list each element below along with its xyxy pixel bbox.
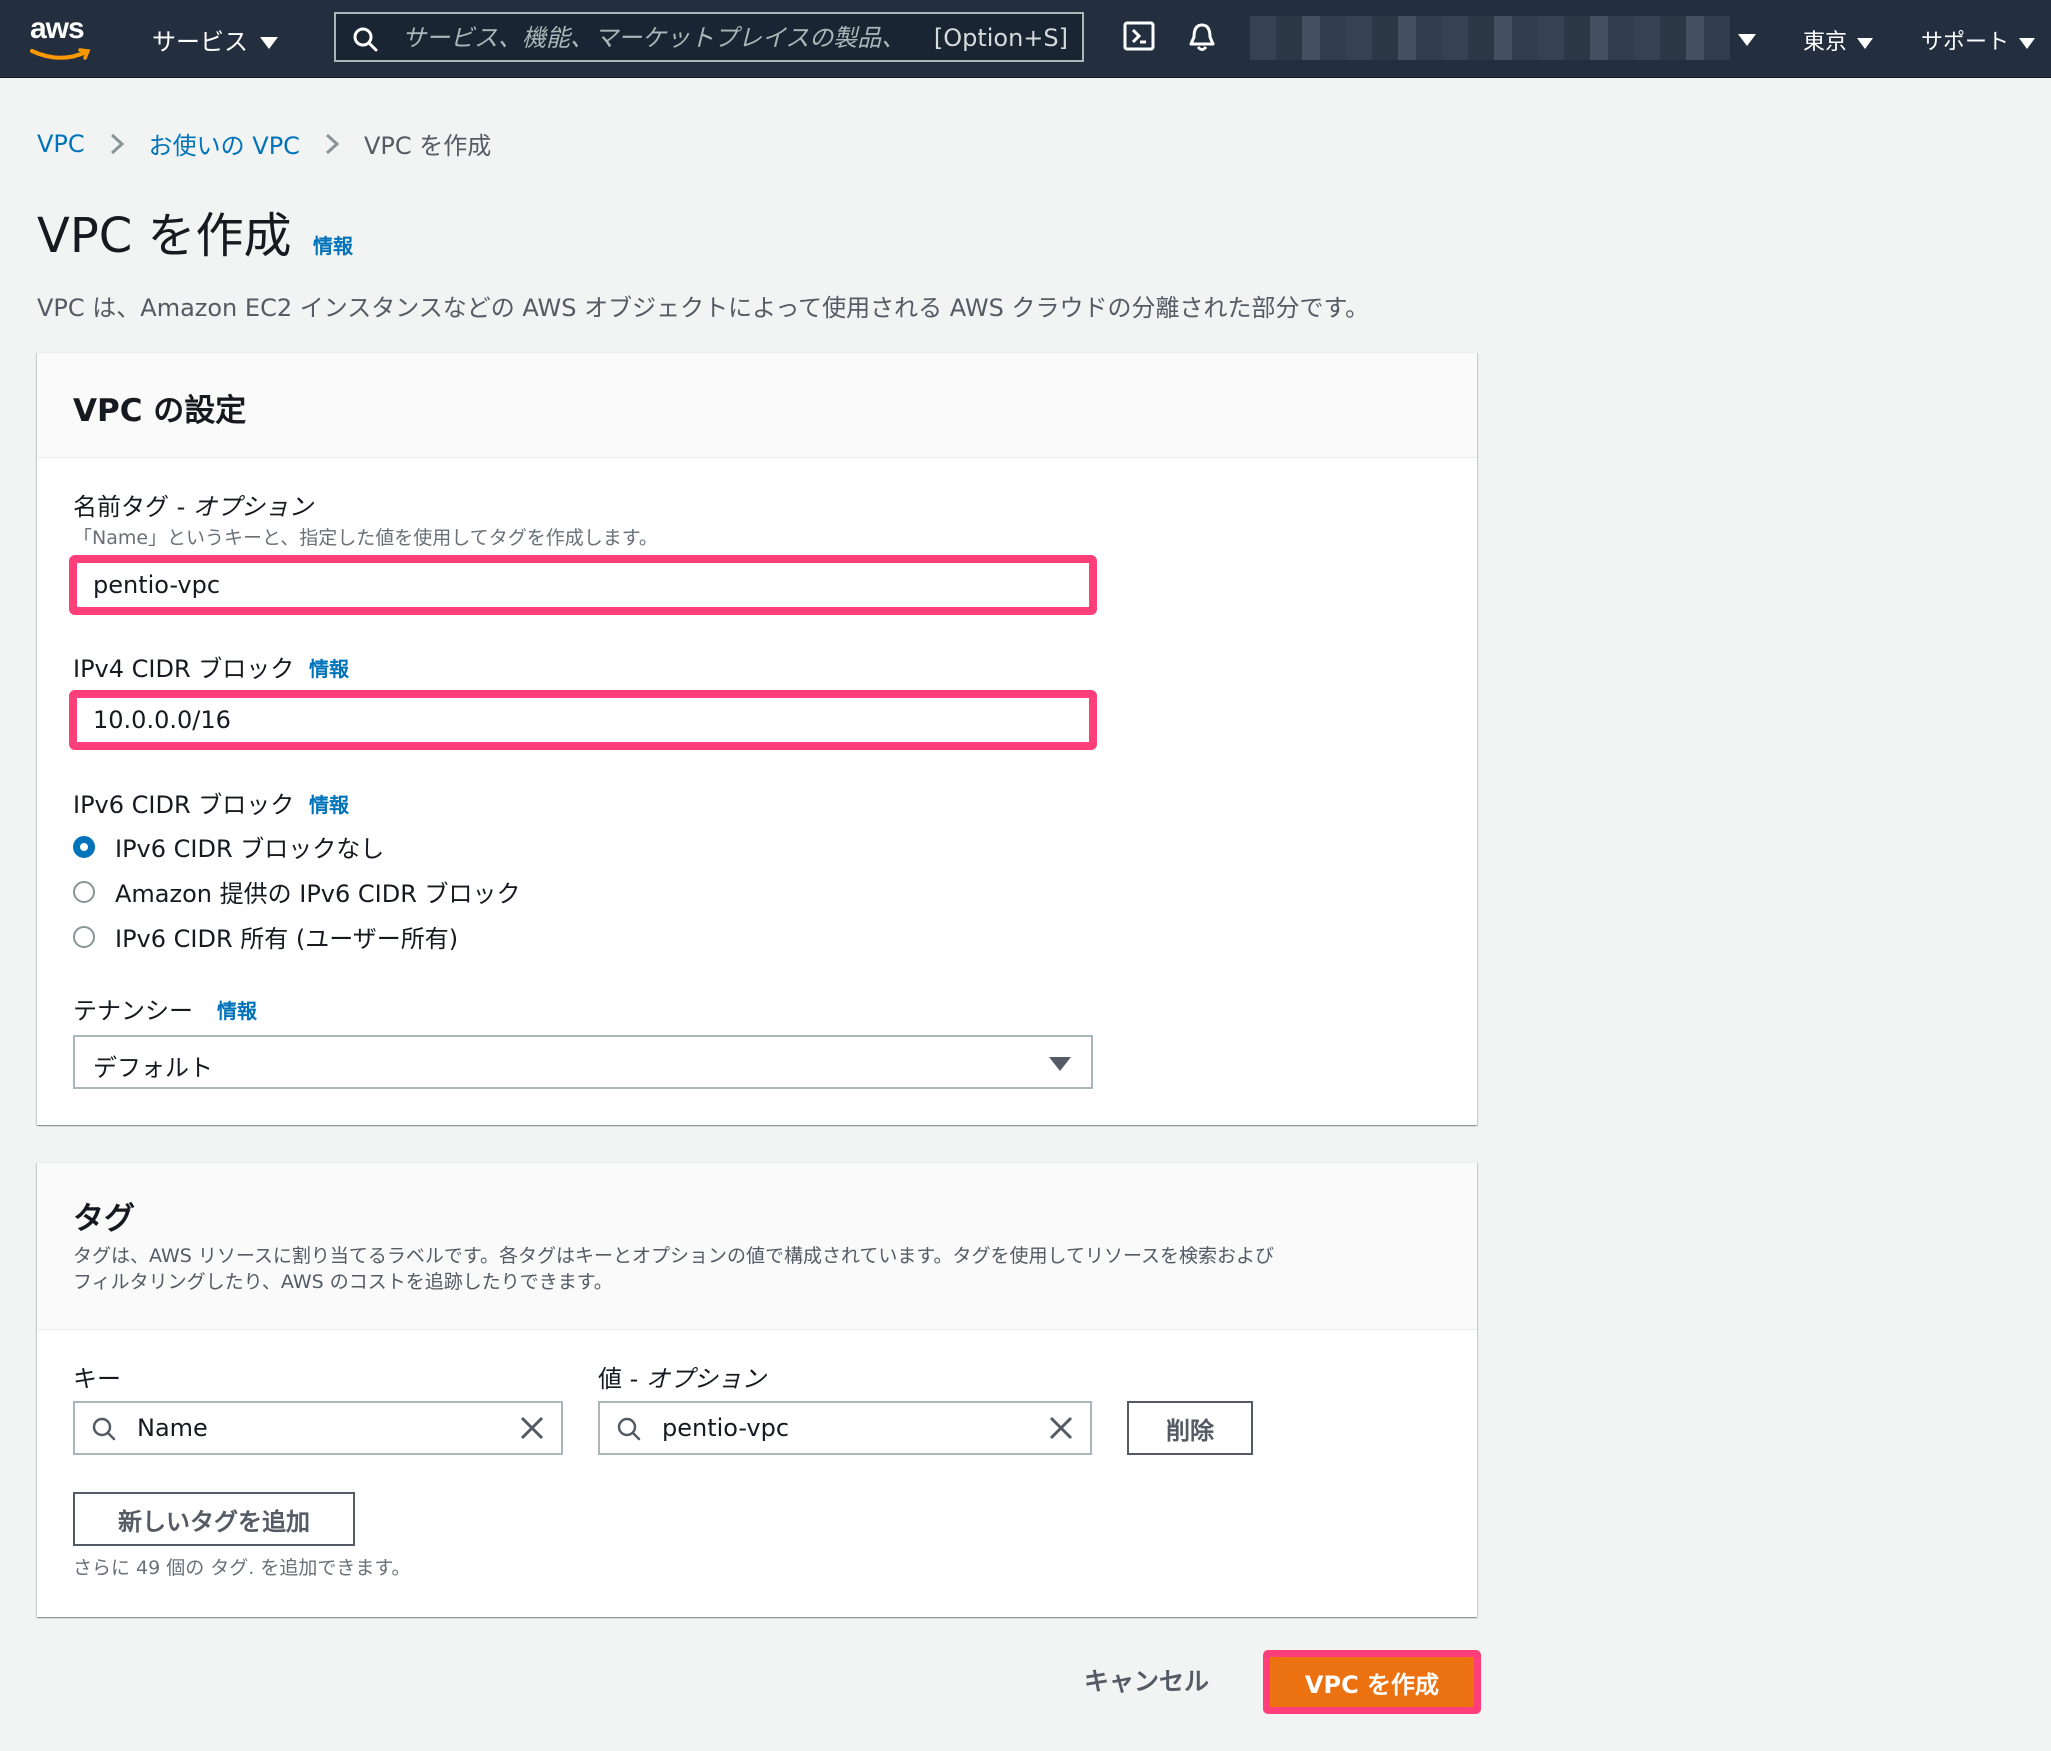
breadcrumb-vpc[interactable]: VPC [37,130,85,158]
tags-panel: タグ タグは、AWS リソースに割り当てるラベルです。各タグはキーとオプションの… [37,1162,1477,1617]
ipv6-option-none-label: IPv6 CIDR ブロックなし [115,835,385,863]
tag-value-label: 値 - オプション [598,1359,766,1394]
vpc-settings-header: VPC の設定 [37,353,1477,458]
cancel-button[interactable]: キャンセル [1084,1662,1209,1698]
tag-value-input[interactable]: pentio-vpc [598,1401,1092,1455]
breadcrumb-your-vpcs[interactable]: お使いの VPC [149,126,300,161]
account-caret-icon[interactable] [1738,34,1756,46]
name-tag-input[interactable] [73,559,1093,611]
account-menu-blurred[interactable] [1250,16,1730,60]
chevron-right-icon [110,133,124,154]
support-menu[interactable]: サポート [1921,24,2036,56]
caret-down-icon [1857,37,1874,49]
name-tag-description: 「Name」というキーと、指定した値を使用してタグを作成します。 [73,527,658,549]
tag-value-value: pentio-vpc [662,1414,790,1442]
cloudshell-icon[interactable] [1123,20,1155,52]
name-tag-label-text: 名前タグ - [73,493,193,521]
ipv6-option-byoip[interactable]: IPv6 CIDR 所有 (ユーザー所有) [73,919,458,954]
page-title: VPC を作成 [37,208,292,264]
vpc-settings-panel: VPC の設定 名前タグ - オプション 「Name」というキーと、指定した値を… [37,352,1477,1125]
name-tag-optional-text: オプション [192,493,313,521]
aws-logo[interactable]: aws [30,12,94,64]
tenancy-selected-value: デフォルト [93,1054,213,1082]
services-menu[interactable]: サービス [152,22,278,57]
tenancy-select[interactable]: デフォルト [73,1035,1093,1089]
page-description: VPC は、Amazon EC2 インスタンスなどの AWS オブジェクトによっ… [37,294,1370,322]
ipv6-option-byoip-label: IPv6 CIDR 所有 (ユーザー所有) [115,925,459,953]
radio-unselected-icon[interactable] [73,880,95,903]
tag-value-optional-text: オプション [645,1365,766,1393]
tag-key-input[interactable]: Name [73,1401,563,1455]
ipv4-cidr-label: IPv4 CIDR ブロック [73,655,295,683]
tag-value-label-text: 値 - [598,1365,646,1393]
create-vpc-highlight: VPC を作成 [1263,1650,1481,1714]
search-input[interactable] [400,20,924,56]
global-search[interactable]: [Option+S] [334,12,1084,62]
breadcrumb-current: VPC を作成 [363,132,492,160]
search-shortcut: [Option+S] [933,24,1068,52]
add-tag-button[interactable]: 新しいタグを追加 [73,1492,355,1546]
support-label: サポート [1921,30,2010,55]
radio-unselected-icon[interactable] [73,925,95,948]
ipv6-option-none[interactable]: IPv6 CIDR ブロックなし [73,829,384,864]
clear-icon[interactable] [519,1415,545,1441]
ipv4-info-link[interactable]: 情報 [309,653,349,682]
aws-logo-text: aws [30,12,85,45]
create-vpc-button[interactable]: VPC を作成 [1270,1657,1474,1707]
remove-tag-button[interactable]: 削除 [1127,1401,1253,1455]
services-label: サービス [152,28,248,56]
radio-selected-icon[interactable] [73,835,95,858]
bell-icon[interactable] [1187,22,1217,54]
tag-key-label: キー [73,1365,121,1393]
page-info-link[interactable]: 情報 [313,230,353,259]
caret-down-icon [1049,1057,1071,1071]
chevron-right-icon [325,133,340,154]
tags-description-line2: フィルタリングしたり、AWS のコストを追跡したりできます。 [73,1271,613,1293]
ipv6-info-link[interactable]: 情報 [309,789,349,818]
search-icon [353,27,378,52]
tags-description-line1: タグは、AWS リソースに割り当てるラベルです。各タグはキーとオプションの値で構… [73,1245,1275,1267]
region-label: 東京 [1803,30,1848,55]
breadcrumb: VPC お使いの VPC VPC を作成 [37,126,491,161]
search-icon [617,1417,641,1441]
ipv4-cidr-input[interactable] [73,694,1093,746]
name-tag-label: 名前タグ - オプション [73,487,313,522]
tenancy-info-link[interactable]: 情報 [217,995,257,1024]
caret-down-icon [260,37,278,49]
tags-header: タグ タグは、AWS リソースに割り当てるラベルです。各タグはキーとオプションの… [37,1163,1477,1330]
tag-key-value: Name [137,1414,208,1442]
ipv6-option-amazon[interactable]: Amazon 提供の IPv6 CIDR ブロック [73,874,521,909]
region-menu[interactable]: 東京 [1803,24,1874,56]
tenancy-label: テナンシー [73,997,193,1025]
tags-title: タグ [73,1201,135,1237]
aws-smile-icon [30,48,91,60]
ipv6-option-amazon-label: Amazon 提供の IPv6 CIDR ブロック [115,880,521,908]
clear-icon[interactable] [1048,1415,1074,1441]
ipv6-cidr-label: IPv6 CIDR ブロック [73,791,295,819]
search-icon [92,1417,116,1441]
tags-remaining-text: さらに 49 個の タグ. を追加できます。 [73,1557,411,1579]
top-navigation: aws サービス [Option+S] 東京 サポート [0,0,2051,78]
vpc-settings-title: VPC の設定 [73,393,247,429]
caret-down-icon [2019,37,2036,49]
